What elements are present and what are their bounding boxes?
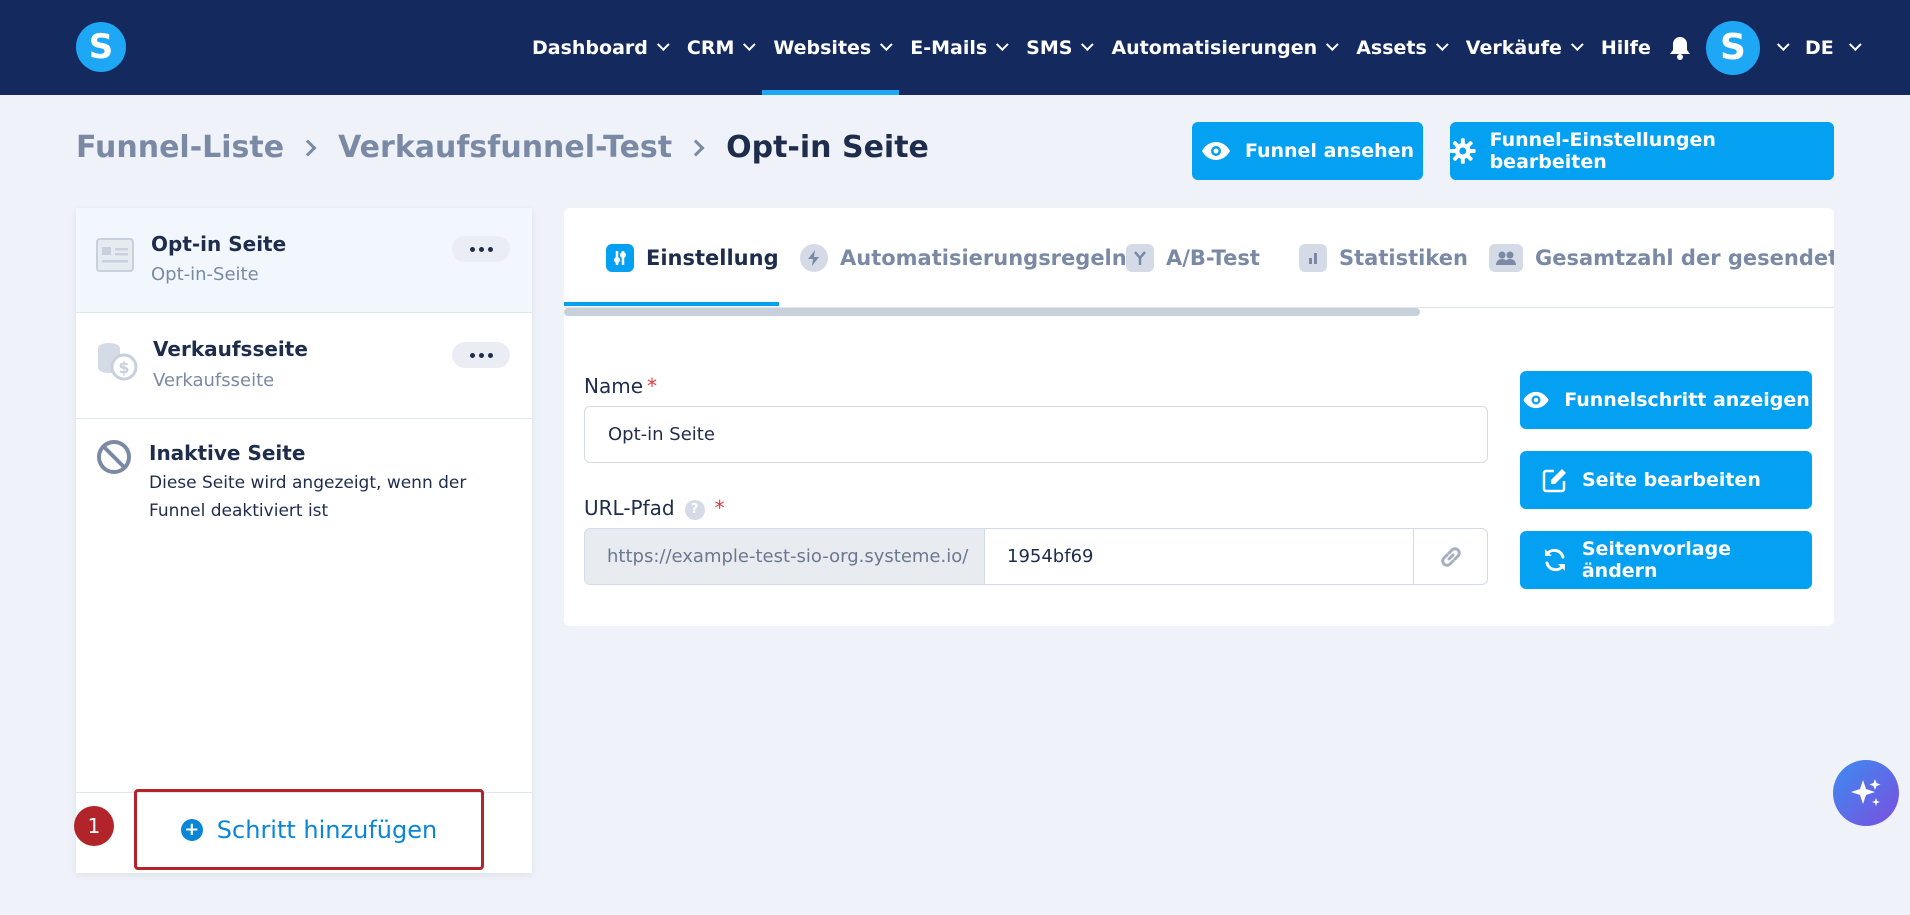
- nav-websites[interactable]: Websites: [762, 0, 900, 95]
- step-item-sales[interactable]: $ Verkaufsseite Verkaufsseite: [76, 313, 532, 419]
- edit-funnel-settings-button[interactable]: Funnel-Einstellungen bearbeiten: [1450, 122, 1834, 180]
- users-icon: [1489, 244, 1523, 272]
- help-icon[interactable]: ?: [684, 499, 705, 520]
- disabled-icon: [96, 439, 132, 479]
- chevron-down-icon: [996, 38, 1009, 52]
- step-settings-card: Einstellung Automatisierungsregeln A/B-T…: [564, 208, 1834, 626]
- url-path-label: URL-Pfad? *: [584, 496, 725, 520]
- nav-dashboard[interactable]: Dashboard: [521, 0, 676, 95]
- language-selector[interactable]: DE: [1805, 37, 1862, 59]
- inactive-page-title: Inaktive Seite: [149, 441, 306, 465]
- chevron-down-icon: [1326, 38, 1339, 52]
- tab-settings[interactable]: Einstellung: [606, 208, 779, 308]
- tab-statistics[interactable]: Statistiken: [1299, 208, 1468, 308]
- bolt-icon: [800, 244, 828, 272]
- nav-sales[interactable]: Verkäufe: [1455, 0, 1590, 95]
- link-icon[interactable]: [1414, 529, 1487, 584]
- chevron-right-icon: [299, 139, 317, 156]
- tab-total-sent[interactable]: Gesamtzahl der gesendeten L: [1489, 208, 1834, 308]
- chevron-down-icon: [1081, 38, 1095, 52]
- breadcrumb-funnel-list[interactable]: Funnel-Liste: [76, 130, 284, 165]
- view-funnel-button[interactable]: Funnel ansehen: [1192, 122, 1423, 180]
- nav-emails[interactable]: E-Mails: [899, 0, 1015, 95]
- step-subtitle: Verkaufsseite: [153, 370, 275, 391]
- chevron-down-icon: [880, 38, 893, 52]
- step-title: Opt-in Seite: [151, 232, 287, 256]
- name-input[interactable]: Opt-in Seite: [584, 406, 1488, 463]
- edit-page-label: Seite bearbeiten: [1582, 469, 1761, 491]
- nav-assets[interactable]: Assets: [1345, 0, 1455, 95]
- chevron-down-icon: [1435, 38, 1449, 52]
- nav-help[interactable]: Hilfe: [1590, 0, 1662, 95]
- name-label: Name *: [584, 374, 658, 398]
- step-item-optin[interactable]: Opt-in Seite Opt-in-Seite: [76, 208, 532, 313]
- split-icon: [1126, 244, 1154, 272]
- inactive-page-description: Diese Seite wird angezeigt, wenn der Fun…: [149, 473, 467, 521]
- url-slug-input[interactable]: 1954bf69: [985, 529, 1414, 584]
- active-tab-indicator: [564, 302, 779, 306]
- add-step-label: Schritt hinzufügen: [216, 815, 438, 844]
- optin-page-icon: [96, 238, 134, 276]
- chevron-right-icon: [687, 139, 705, 156]
- inactive-page-item[interactable]: Inaktive Seite Diese Seite wird angezeig…: [76, 419, 532, 559]
- ai-assistant-button[interactable]: [1833, 760, 1899, 826]
- step-subtitle: Opt-in-Seite: [151, 264, 259, 285]
- plus-circle-icon: +: [180, 818, 203, 841]
- tab-bar: Einstellung Automatisierungsregeln A/B-T…: [564, 208, 1834, 308]
- sales-page-icon: $: [96, 341, 138, 385]
- eye-icon: [1201, 142, 1230, 160]
- avatar[interactable]: S: [1705, 20, 1760, 75]
- chevron-down-icon: [743, 38, 757, 52]
- step-options-button[interactable]: [452, 236, 510, 262]
- show-funnel-step-label: Funnelschritt anzeigen: [1564, 389, 1810, 411]
- step-marker-badge: 1: [74, 806, 114, 846]
- main-nav: Dashboard CRM Websites E-Mails SMS Autom…: [521, 0, 1862, 95]
- nav-sms[interactable]: SMS: [1015, 0, 1100, 95]
- url-prefix: https://example-test-sio-org.systeme.io/: [585, 529, 985, 584]
- bell-icon[interactable]: [1668, 0, 1692, 95]
- gear-icon: [1450, 138, 1476, 164]
- eye-icon: [1523, 391, 1549, 409]
- bar-chart-icon: [1299, 244, 1327, 272]
- edit-funnel-settings-label: Funnel-Einstellungen bearbeiten: [1489, 129, 1716, 173]
- edit-page-button[interactable]: Seite bearbeiten: [1520, 451, 1812, 509]
- svg-text:$: $: [118, 358, 129, 377]
- add-step-area: + Schritt hinzufügen: [76, 789, 532, 873]
- nav-crm[interactable]: CRM: [676, 0, 762, 95]
- step-title: Verkaufsseite: [153, 337, 308, 361]
- systeme-logo[interactable]: S: [76, 22, 126, 72]
- funnel-steps-panel: Opt-in Seite Opt-in-Seite $ Verkaufsseit…: [76, 208, 532, 873]
- view-funnel-label: Funnel ansehen: [1244, 140, 1415, 162]
- chevron-down-icon: [656, 38, 670, 52]
- step-options-button[interactable]: [452, 342, 510, 368]
- change-template-label: Seitenvorlage ändern: [1581, 538, 1732, 582]
- show-funnel-step-button[interactable]: Funnelschritt anzeigen: [1520, 371, 1812, 429]
- tab-ab-test[interactable]: A/B-Test: [1126, 208, 1260, 308]
- chevron-down-icon[interactable]: [1776, 38, 1790, 52]
- breadcrumb-funnel[interactable]: Verkaufsfunnel-Test: [338, 130, 672, 165]
- change-template-button[interactable]: Seitenvorlage ändern: [1520, 531, 1812, 589]
- chevron-down-icon: [1848, 38, 1862, 52]
- nav-automations[interactable]: Automatisierungen: [1100, 0, 1345, 95]
- breadcrumb: Funnel-Liste Verkaufsfunnel-Test Opt-in …: [76, 130, 929, 165]
- sparkles-icon: [1851, 779, 1881, 806]
- chevron-down-icon: [1570, 38, 1584, 52]
- sliders-icon: [606, 244, 634, 272]
- page-title: Opt-in Seite: [726, 130, 929, 165]
- tabs-scrollbar[interactable]: [564, 308, 1420, 316]
- add-step-button[interactable]: + Schritt hinzufügen: [134, 789, 484, 870]
- top-navbar: S Dashboard CRM Websites E-Mails SMS Aut…: [0, 0, 1910, 95]
- refresh-icon: [1544, 548, 1565, 572]
- url-path-field: https://example-test-sio-org.systeme.io/…: [584, 528, 1488, 585]
- tab-automation-rules[interactable]: Automatisierungsregeln: [800, 208, 1127, 308]
- edit-icon: [1542, 469, 1566, 493]
